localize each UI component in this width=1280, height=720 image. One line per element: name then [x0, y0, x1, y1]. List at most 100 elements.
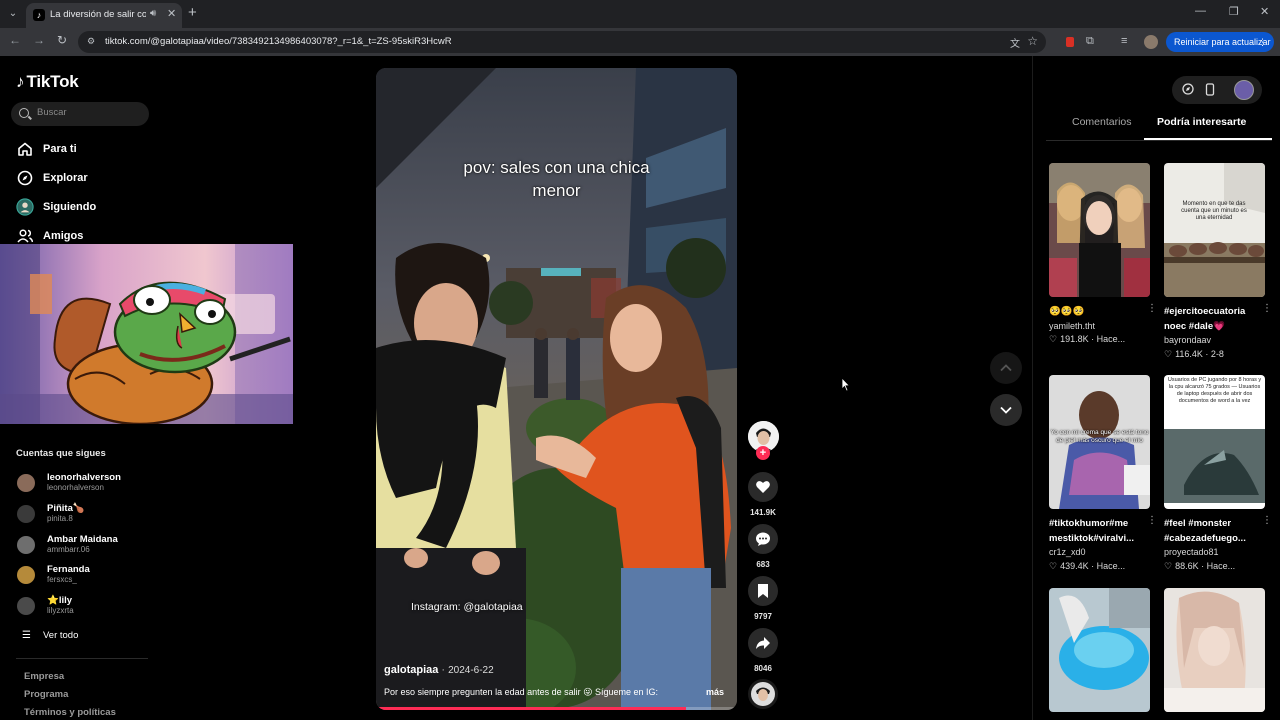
suggested-video-card[interactable]: 🥺🥺🥺 ⋮ yamileth.tht ♡ 191.8K · Hace...	[1049, 163, 1157, 353]
like-button[interactable]	[748, 472, 778, 502]
following-icon	[16, 198, 34, 216]
card-author[interactable]: yamileth.tht	[1049, 321, 1095, 331]
heart-outline-icon: ♡	[1049, 334, 1058, 344]
save-button[interactable]	[748, 576, 778, 606]
avatar	[17, 536, 35, 554]
reload-icon[interactable]: ↻	[57, 33, 67, 47]
url-text[interactable]: tiktok.com/@galotapiaa/video/73834921349…	[105, 36, 452, 47]
card-author[interactable]: cr1z_xd0	[1049, 547, 1086, 557]
list-icon: ☰	[22, 630, 31, 641]
bookmark-icon	[758, 584, 768, 598]
extensions-puzzle-icon[interactable]: ⧉	[1086, 35, 1094, 48]
browser-tab[interactable]: ♪ La diversión de salir con alg 🔊︎ ✕	[26, 3, 182, 28]
speaker-icon[interactable]: 🔊︎	[150, 8, 156, 19]
account-handle: leonorhalverson	[47, 483, 104, 492]
update-button[interactable]: Reiniciar para actualizar ⋮	[1166, 32, 1274, 52]
avatar	[17, 505, 35, 523]
card-more-icon[interactable]: ⋮	[1262, 303, 1272, 314]
home-icon	[16, 140, 34, 158]
card-author[interactable]: proyectado81	[1164, 547, 1219, 557]
chevron-down-icon	[1000, 406, 1012, 414]
suggested-video-card[interactable]: Yo con mi crema que se está tono de piel…	[1049, 375, 1157, 575]
video-thumbnail[interactable]: Usuarios de PC jugando por 8 horas y la …	[1164, 375, 1265, 509]
save-count: 9797	[754, 612, 772, 621]
close-tab-icon[interactable]: ✕	[167, 7, 176, 20]
tiktok-logo[interactable]: ♪ TikTok	[16, 72, 79, 92]
search-box[interactable]	[11, 102, 149, 126]
nav-for-you[interactable]: Para ti	[16, 139, 77, 159]
video-overlay-caption: pov: sales con una chica menor	[376, 156, 737, 202]
video-thumbnail[interactable]: Yo con mi crema que se está tono de piel…	[1049, 375, 1150, 509]
see-all-button[interactable]: ☰ Ver todo	[22, 630, 78, 641]
top-right-controls	[1172, 76, 1262, 104]
profile-avatar[interactable]	[1144, 35, 1158, 49]
heart-outline-icon: ♡	[1164, 349, 1173, 359]
footer-link-company[interactable]: Empresa	[24, 671, 64, 682]
video-thumbnail[interactable]	[1049, 588, 1150, 712]
video-thumbnail[interactable]: Momento en que te das cuenta que un minu…	[1164, 163, 1265, 297]
chevron-up-icon	[1000, 364, 1012, 372]
heart-icon	[756, 481, 770, 493]
next-video-button[interactable]	[990, 394, 1022, 426]
device-icon[interactable]	[1205, 83, 1215, 96]
card-more-icon[interactable]: ⋮	[1147, 515, 1157, 526]
card-author[interactable]: bayrondaav	[1164, 335, 1211, 345]
overlay-line-1: pov: sales con una chica	[463, 158, 650, 177]
caption-more-link[interactable]: más	[706, 687, 724, 697]
tab-suggested[interactable]: Podría interesarte	[1157, 116, 1246, 128]
account-name: ⭐lily	[47, 595, 73, 606]
video-thumbnail[interactable]	[1049, 163, 1150, 297]
video-instagram-text: Instagram: @galotapiaa	[411, 601, 523, 613]
tab-comments[interactable]: Comentarios	[1072, 116, 1132, 128]
previous-video-button[interactable]	[990, 352, 1022, 384]
account-name: Ambar Maidana	[47, 534, 118, 545]
back-icon[interactable]: ←	[9, 33, 21, 47]
nav-friends[interactable]: Amigos	[16, 226, 83, 246]
share-button[interactable]	[748, 628, 778, 658]
translate-icon[interactable]: ⽂	[1010, 35, 1020, 50]
account-name: leonorhalverson	[47, 472, 121, 483]
footer-link-terms[interactable]: Términos y políticas	[24, 707, 116, 718]
address-bar[interactable]: ⚙ tiktok.com/@galotapiaa/video/738349213…	[78, 31, 1046, 53]
suggested-video-card[interactable]	[1049, 588, 1150, 720]
forward-icon[interactable]: →	[33, 33, 45, 47]
suggested-video-card[interactable]: Usuarios de PC jugando por 8 horas y la …	[1164, 375, 1272, 575]
like-count: 141.9K	[750, 508, 776, 517]
search-input[interactable]	[37, 107, 142, 118]
window-close-icon[interactable]: ✕	[1260, 5, 1269, 18]
tab-search-chevron-icon[interactable]: ⌄	[4, 5, 22, 23]
thumbnail-text: Yo con mi crema que se está tono de piel…	[1050, 429, 1149, 444]
bookmark-star-icon[interactable]: ☆	[1027, 34, 1038, 48]
new-tab-icon[interactable]: +	[188, 4, 197, 21]
nav-following[interactable]: Siguiendo	[16, 197, 96, 217]
footer-link-program[interactable]: Programa	[24, 689, 68, 700]
card-more-icon[interactable]: ⋮	[1262, 515, 1272, 526]
site-info-icon[interactable]: ⚙	[87, 36, 95, 47]
card-stats: ♡ 88.6K · Hace...	[1164, 561, 1235, 572]
minimize-icon[interactable]: —	[1195, 5, 1206, 17]
nav-label: Amigos	[43, 230, 84, 242]
restore-icon[interactable]: ❐	[1229, 5, 1239, 18]
picture-in-picture-video[interactable]	[0, 244, 293, 424]
following-accounts-title: Cuentas que sigues	[16, 448, 106, 459]
cartoon-frog-image	[0, 244, 293, 424]
video-author-line: galotapiaa · 2024-6-22	[384, 664, 494, 676]
extension-icon[interactable]	[1066, 37, 1074, 47]
comment-button[interactable]	[748, 524, 778, 554]
user-avatar[interactable]	[1234, 80, 1254, 100]
account-handle: pinita.8	[47, 514, 73, 523]
suggested-video-card[interactable]: Momento en que te das cuenta que un minu…	[1164, 163, 1272, 363]
compass-icon[interactable]	[1182, 83, 1194, 95]
author-name[interactable]: galotapiaa	[384, 664, 438, 676]
card-more-icon[interactable]: ⋮	[1147, 303, 1157, 314]
nav-explore[interactable]: Explorar	[16, 168, 88, 188]
media-queue-icon[interactable]: ≡	[1121, 35, 1127, 47]
account-name: Piñita🍗	[47, 503, 85, 514]
music-disc[interactable]	[748, 679, 778, 709]
suggested-video-card[interactable]	[1164, 588, 1265, 720]
video-thumbnail[interactable]	[1164, 588, 1265, 712]
comment-icon	[756, 532, 770, 546]
video-progress-bar[interactable]	[376, 707, 737, 710]
follow-plus-button[interactable]: +	[756, 446, 770, 460]
video-player[interactable]: pov: sales con una chica menor Instagram…	[376, 68, 737, 710]
